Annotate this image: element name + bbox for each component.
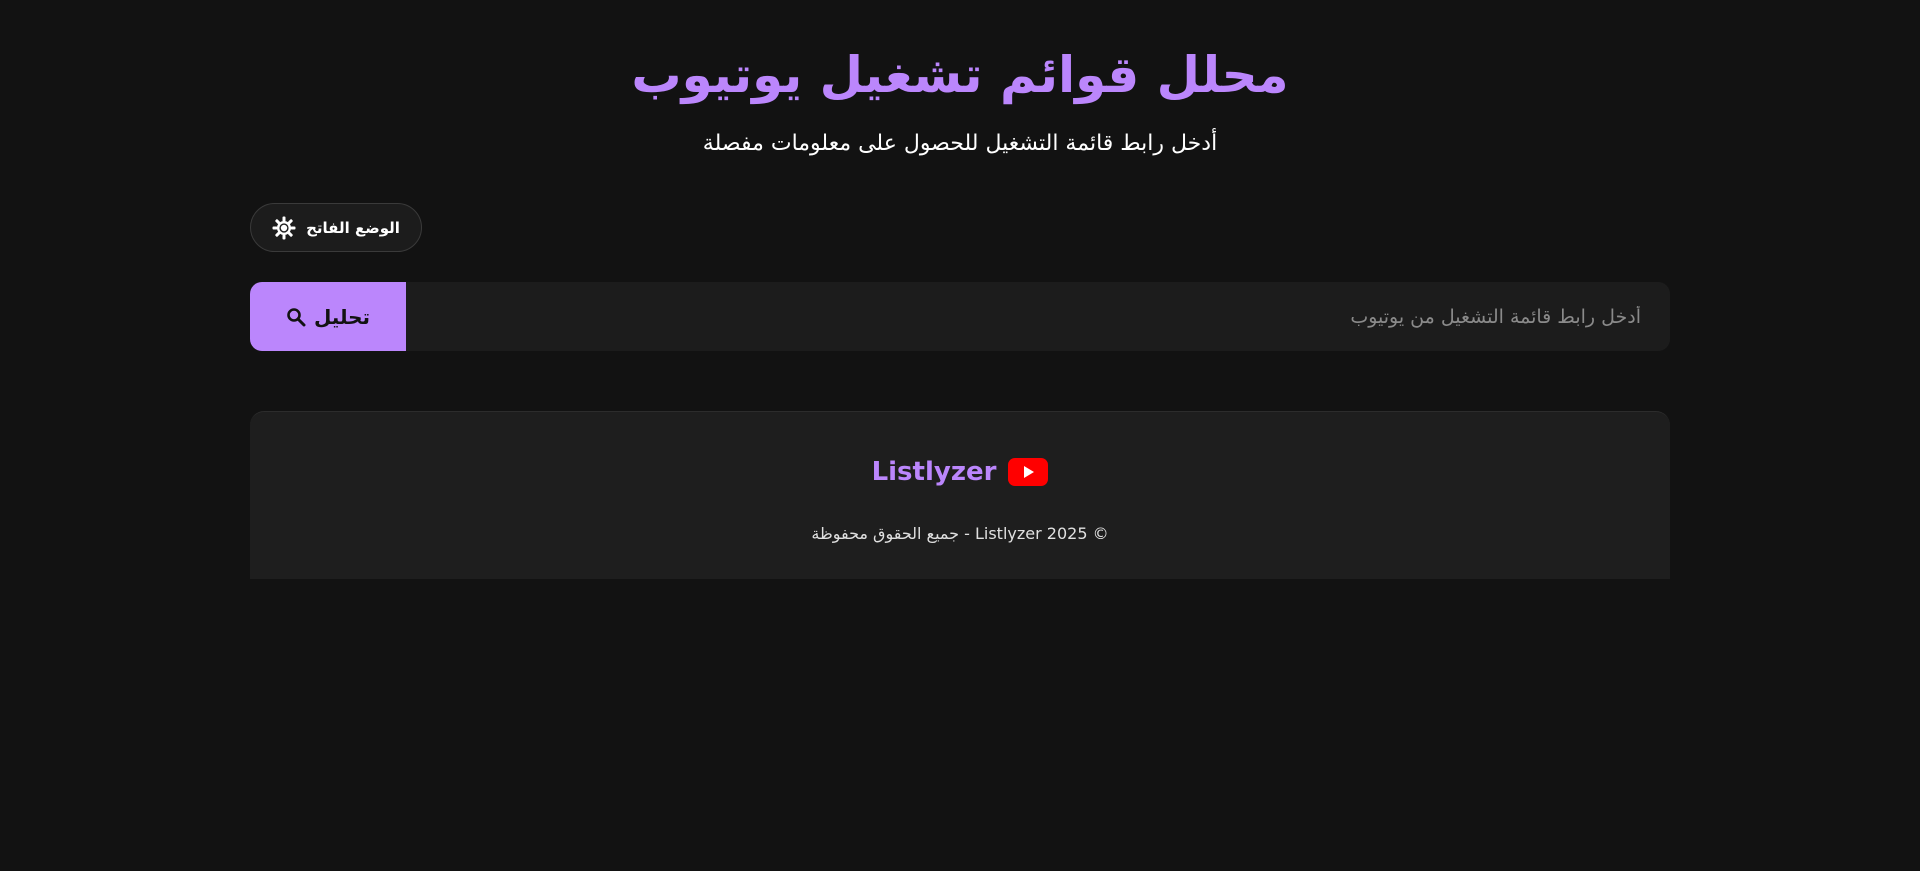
playlist-url-input[interactable] (406, 282, 1670, 351)
footer-brand: Listlyzer (250, 454, 1670, 490)
theme-toggle-button[interactable]: الوضع الفاتح (250, 203, 422, 252)
theme-toggle-label: الوضع الفاتح (306, 218, 400, 237)
sun-icon (272, 216, 296, 240)
brand-name: Listlyzer (871, 457, 997, 487)
footer: Listlyzer © 2025 Listlyzer - جميع الحقوق… (250, 411, 1670, 579)
search-icon (286, 307, 306, 327)
page-title: محلل قوائم تشغيل يوتيوب (631, 46, 1289, 104)
copyright-text: © 2025 Listlyzer - جميع الحقوق محفوظة (811, 524, 1109, 543)
page: محلل قوائم تشغيل يوتيوب أدخل رابط قائمة … (0, 0, 1920, 871)
youtube-icon (1008, 458, 1049, 486)
analyze-button[interactable]: تحليل (250, 282, 406, 351)
search-bar: تحليل (250, 282, 1670, 351)
page-subtitle: أدخل رابط قائمة التشغيل للحصول على معلوم… (702, 131, 1218, 156)
analyze-button-label: تحليل (313, 304, 371, 329)
